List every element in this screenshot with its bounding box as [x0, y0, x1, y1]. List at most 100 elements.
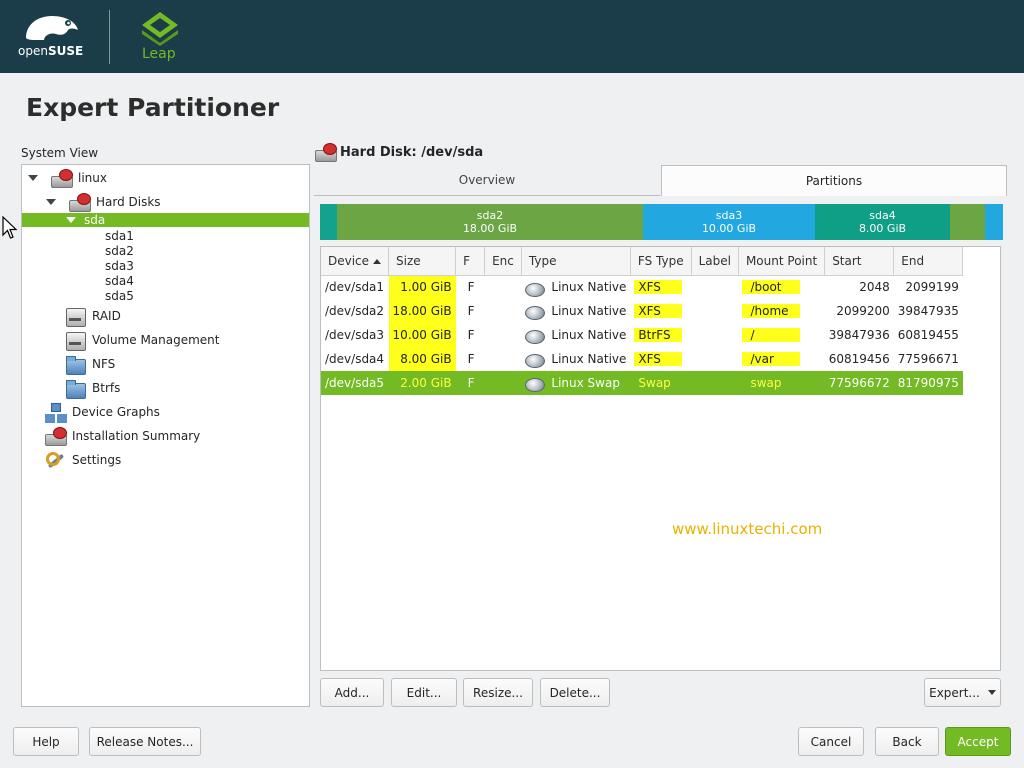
segment-size: 18.00 GiB: [462, 222, 518, 235]
tree-item-volume-management[interactable]: Volume Management: [64, 330, 220, 351]
table-row[interactable]: /dev/sda2 18.00 GiB F Linux Native XFS /…: [321, 299, 963, 323]
column-header-type[interactable]: Type: [521, 247, 631, 276]
tree-item-hard-disks[interactable]: Hard Disks: [22, 192, 309, 212]
header-divider: [109, 10, 110, 64]
expand-arrow-icon[interactable]: [46, 199, 56, 205]
cell-label: [691, 323, 738, 347]
tree-item-sda3[interactable]: sda3: [105, 258, 134, 273]
diskbar-segment-sda4[interactable]: sda4 8.00 GiB: [815, 204, 950, 240]
segment-size: 8.00 GiB: [858, 222, 907, 235]
nfs-icon: [64, 354, 86, 375]
logo-text-open: open: [18, 44, 48, 58]
watermark-text: www.linuxtechi.com: [672, 520, 823, 538]
table-header-row: Device Size F Enc Type FS Type Label Mou…: [321, 247, 964, 276]
back-button[interactable]: Back: [875, 727, 939, 756]
cell-size: 18.00 GiB: [388, 299, 456, 323]
column-header-mount-point[interactable]: Mount Point: [738, 247, 826, 276]
column-header-f[interactable]: F: [455, 247, 486, 276]
column-header-start[interactable]: Start: [824, 247, 895, 276]
expert-dropdown-button[interactable]: Expert...: [924, 678, 1001, 707]
tab-partitions[interactable]: Partitions: [661, 165, 1007, 196]
column-header-label[interactable]: Label: [691, 247, 739, 276]
table-row-selected[interactable]: /dev/sda5 2.00 GiB F Linux Swap Swap swa…: [321, 371, 963, 395]
cell-device: /dev/sda3: [325, 328, 385, 342]
cell-size: 1.00 GiB: [388, 275, 456, 299]
cancel-button[interactable]: Cancel: [798, 727, 864, 756]
system-view-tree[interactable]: linux Hard Disks sda sda1 sda2 sda3 sda4…: [21, 164, 310, 707]
leap-text: Leap: [142, 46, 176, 62]
page-title: Expert Partitioner: [26, 93, 280, 122]
tab-bar: Overview Partitions: [314, 165, 1007, 196]
system-view-label: System View: [21, 146, 99, 160]
expert-label: Expert...: [929, 685, 980, 700]
tree-item-nfs[interactable]: NFS: [64, 354, 116, 375]
cell-f: F: [455, 371, 485, 395]
tab-overview[interactable]: Overview: [314, 165, 660, 196]
chevron-down-icon: [987, 690, 996, 695]
diskbar-segment-sda1[interactable]: [320, 204, 337, 240]
partition-table-container: Device Size F Enc Type FS Type Label Mou…: [320, 246, 1001, 671]
segment-size: 10.00 GiB: [701, 222, 757, 235]
expand-arrow-icon[interactable]: [66, 217, 76, 223]
tree-item-sda[interactable]: sda: [22, 213, 309, 227]
chameleon-icon: [26, 16, 78, 40]
opensuse-logo: openSUSE: [18, 10, 88, 60]
cell-mount-point: /: [738, 323, 824, 347]
expand-arrow-icon[interactable]: [28, 175, 38, 181]
diskbar-segment-sda3[interactable]: sda3 10.00 GiB: [643, 204, 815, 240]
tree-item-label: NFS: [92, 357, 116, 371]
column-header-size[interactable]: Size: [388, 247, 457, 276]
tree-item-label: Installation Summary: [72, 429, 201, 443]
cell-type: Linux Native: [521, 347, 630, 371]
table-row[interactable]: /dev/sda1 1.00 GiB F Linux Native XFS /b…: [321, 275, 963, 299]
segment-name: sda3: [715, 209, 743, 222]
column-header-fs-type[interactable]: FS Type: [630, 247, 692, 276]
cell-start: 39847936: [828, 328, 890, 342]
diskbar-segment-sda5[interactable]: [950, 204, 985, 240]
add-button[interactable]: Add...: [320, 678, 384, 707]
cell-fs-type: XFS: [630, 275, 691, 299]
diskbar-segment-free[interactable]: [985, 204, 1003, 240]
disk-title-text: Hard Disk: /dev/sda: [340, 144, 484, 160]
table-row[interactable]: /dev/sda4 8.00 GiB F Linux Native XFS /v…: [321, 347, 963, 371]
edit-button[interactable]: Edit...: [391, 678, 457, 707]
tree-item-settings[interactable]: Settings: [44, 450, 121, 470]
cell-f: F: [467, 280, 475, 295]
tree-item-sda1[interactable]: sda1: [105, 228, 134, 243]
disk-usage-bar: sda2 18.00 GiB sda3 10.00 GiB sda4 8.00 …: [320, 204, 1003, 240]
cell-type: Linux Swap: [521, 371, 631, 395]
hard-disk-icon: [314, 142, 337, 162]
table-row[interactable]: /dev/sda3 10.00 GiB F Linux Native BtrFS…: [321, 323, 963, 347]
diskbar-segment-sda2[interactable]: sda2 18.00 GiB: [337, 204, 643, 240]
tree-item-linux[interactable]: linux: [22, 168, 309, 188]
tree-item-label: Settings: [72, 453, 122, 467]
column-header-enc[interactable]: Enc: [484, 247, 522, 276]
cell-fs-type: BtrFS: [630, 323, 691, 347]
tree-item-btrfs[interactable]: Btrfs: [64, 378, 120, 399]
resize-button[interactable]: Resize...: [463, 678, 533, 707]
column-header-end[interactable]: End: [893, 247, 964, 276]
segment-name: sda4: [869, 209, 896, 222]
settings-icon: [44, 450, 66, 470]
help-button[interactable]: Help: [13, 727, 79, 756]
cell-enc: [485, 323, 522, 347]
tree-item-label: Volume Management: [92, 333, 220, 347]
tree-item-sda5[interactable]: sda5: [105, 288, 134, 303]
cell-mount-point: /boot: [738, 275, 824, 299]
tree-item-label: sda: [84, 213, 106, 227]
column-header-device[interactable]: Device: [321, 247, 390, 276]
leap-logo: Leap: [138, 10, 182, 64]
tree-item-raid[interactable]: RAID: [64, 306, 121, 327]
tree-item-sda2[interactable]: sda2: [105, 243, 134, 258]
cell-device: /dev/sda1: [325, 280, 385, 295]
tree-item-sda4[interactable]: sda4: [105, 273, 134, 288]
cell-start: 2048: [859, 280, 890, 295]
cell-end: 2099199: [905, 280, 959, 295]
tree-item-installation-summary[interactable]: Installation Summary: [44, 426, 200, 446]
tree-item-device-graphs[interactable]: Device Graphs: [44, 402, 160, 422]
delete-button[interactable]: Delete...: [540, 678, 610, 707]
accept-button[interactable]: Accept: [945, 727, 1011, 756]
release-notes-button[interactable]: Release Notes...: [89, 727, 201, 756]
partition-type-icon: [525, 281, 546, 297]
cell-end: 60819455: [897, 328, 959, 342]
